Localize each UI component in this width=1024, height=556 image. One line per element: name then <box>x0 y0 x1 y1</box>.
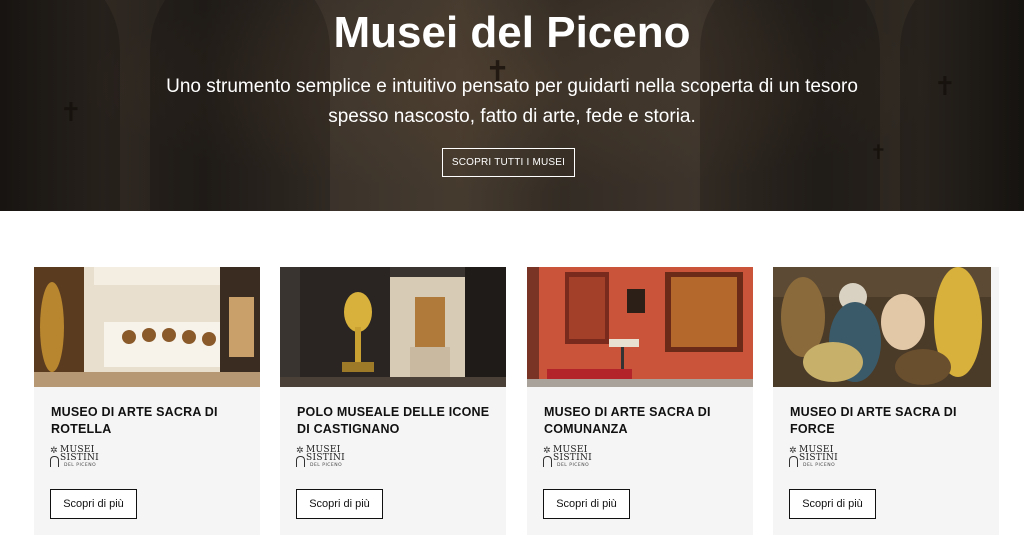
discover-more-button[interactable]: Scopri di più <box>543 489 630 519</box>
discover-more-button[interactable]: Scopri di più <box>789 489 876 519</box>
logo-line: DEL PICENO <box>557 463 590 468</box>
musei-sistini-logo: ✲ MUSEI SISTINI DEL PICENO <box>296 446 356 470</box>
discover-all-museums-button[interactable]: SCOPRI TUTTI I MUSEI <box>442 148 575 177</box>
museum-image[interactable] <box>527 267 753 387</box>
logo-line: SISTINI <box>553 453 592 463</box>
crucifix-icon: ✝ <box>870 140 887 164</box>
logo-line: DEL PICENO <box>803 463 836 468</box>
page-title: Musei del Piceno <box>333 8 691 57</box>
sun-icon: ✲ <box>296 446 304 456</box>
logo-line: DEL PICENO <box>64 463 97 468</box>
museum-card: MUSEO DI ARTE SACRA DI ROTELLA ✲ MUSEI S… <box>34 267 260 535</box>
logo-line: SISTINI <box>306 453 345 463</box>
museum-photo-castignano <box>280 267 506 387</box>
discover-more-button[interactable]: Scopri di più <box>50 489 137 519</box>
building-icon <box>789 456 798 467</box>
museum-image[interactable] <box>773 267 999 387</box>
musei-sistini-logo: ✲ MUSEI SISTINI DEL PICENO <box>543 446 603 470</box>
museum-card: MUSEO DI ARTE SACRA DI COMUNANZA ✲ MUSEI… <box>527 267 753 535</box>
building-icon <box>50 456 59 467</box>
museum-card: POLO MUSEALE DELLE ICONE DI CASTIGNANO ✲… <box>280 267 506 535</box>
building-icon <box>543 456 552 467</box>
museum-title[interactable]: MUSEO DI ARTE SACRA DI ROTELLA <box>51 404 251 438</box>
museum-image[interactable] <box>280 267 506 387</box>
sun-icon: ✲ <box>50 446 58 456</box>
hero-banner: ✝ ✝ ✝ ✝ Musei del Piceno Uno strumento s… <box>0 0 1024 211</box>
museum-title[interactable]: MUSEO DI ARTE SACRA DI FORCE <box>790 404 990 438</box>
museum-image[interactable] <box>34 267 260 387</box>
museum-photo-comunanza <box>527 267 753 387</box>
crucifix-icon: ✝ <box>60 98 82 128</box>
building-icon <box>296 456 305 467</box>
crucifix-icon: ✝ <box>934 72 956 102</box>
museum-photo-rotella <box>34 267 260 387</box>
museum-photo-force <box>773 267 991 387</box>
discover-more-button[interactable]: Scopri di più <box>296 489 383 519</box>
hero-subtitle: Uno strumento semplice e intuitivo pensa… <box>166 76 858 127</box>
musei-sistini-logo: ✲ MUSEI SISTINI DEL PICENO <box>789 446 849 470</box>
logo-line: SISTINI <box>60 453 99 463</box>
museum-card: MUSEO DI ARTE SACRA DI FORCE ✲ MUSEI SIS… <box>773 267 999 535</box>
logo-line: DEL PICENO <box>310 463 343 468</box>
sun-icon: ✲ <box>789 446 797 456</box>
sun-icon: ✲ <box>543 446 551 456</box>
museum-title[interactable]: MUSEO DI ARTE SACRA DI COMUNANZA <box>544 404 744 438</box>
musei-sistini-logo: ✲ MUSEI SISTINI DEL PICENO <box>50 446 110 470</box>
museum-title[interactable]: POLO MUSEALE DELLE ICONE DI CASTIGNANO <box>297 404 497 438</box>
logo-line: SISTINI <box>799 453 838 463</box>
